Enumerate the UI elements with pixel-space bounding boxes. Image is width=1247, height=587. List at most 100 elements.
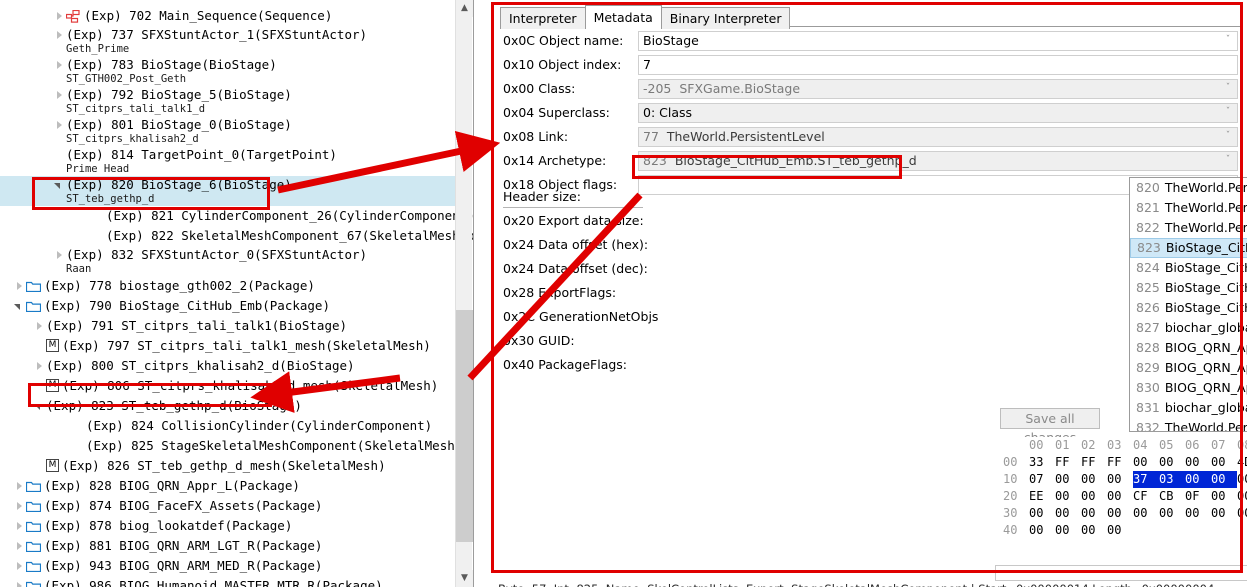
tree-item[interactable]: (Exp) 791 ST_citprs_tali_talk1(BioStage): [0, 316, 456, 336]
hex-byte[interactable]: 00: [1185, 505, 1211, 522]
hex-byte[interactable]: 00: [1159, 454, 1185, 471]
tree-item[interactable]: (Exp) 737 SFXStuntActor_1(SFXStuntActor)…: [0, 26, 456, 56]
dropdown-item[interactable]: 828 BIOG_QRN_Appr_L: [1130, 338, 1247, 358]
hex-byte[interactable]: 00: [1185, 471, 1211, 488]
hex-byte[interactable]: 00: [1211, 488, 1237, 505]
hex-byte[interactable]: 00: [1029, 505, 1055, 522]
archetype-dropdown-list[interactable]: 820TheWorld.PersistentLevel.BioStage_682…: [1129, 177, 1247, 432]
archetype-dropdown-items[interactable]: 820TheWorld.PersistentLevel.BioStage_682…: [1130, 178, 1247, 431]
scroll-up-icon[interactable]: ▲: [456, 0, 473, 17]
tree-item[interactable]: (Exp) 881 BIOG_QRN_ARM_LGT_R(Package): [0, 536, 456, 556]
tab-metadata[interactable]: Metadata: [584, 5, 662, 29]
expand-arrow-closed-icon[interactable]: [14, 561, 24, 571]
chevron-down-icon[interactable]: ˇ: [1223, 83, 1233, 93]
metadata-value-field[interactable]: BioStage ˇ: [638, 31, 1238, 51]
expand-arrow-closed-icon[interactable]: [34, 321, 44, 331]
tree-item[interactable]: (Exp) 800 ST_citprs_khalisah2_d(BioStage…: [0, 356, 456, 376]
tree-item[interactable]: (Exp) 822 SkeletalMeshComponent_67(Skele…: [0, 226, 473, 246]
tree-item[interactable]: (Exp) 828 BIOG_QRN_Appr_L(Package): [0, 476, 456, 496]
hex-byte[interactable]: 00: [1133, 454, 1159, 471]
expand-arrow-closed-icon[interactable]: [14, 281, 24, 291]
tree-item[interactable]: (Exp) 820 BioStage_6(BioStage) ST_teb_get…: [0, 176, 456, 206]
dropdown-item[interactable]: 827 biochar_global.Archetypes: [1130, 318, 1247, 338]
hex-byte[interactable]: 00: [1055, 505, 1081, 522]
tab-interpreter[interactable]: Interpreter: [500, 7, 586, 29]
dropdown-item[interactable]: 822 TheWorld.PersistentLevel.BioStage_6.S…: [1130, 218, 1247, 238]
dropdown-item[interactable]: 820 TheWorld.PersistentLevel.BioStage_6: [1130, 178, 1247, 198]
tree-item[interactable]: (Exp) 790 BioStage_CitHub_Emb(Package): [0, 296, 456, 316]
hex-byte[interactable]: EE: [1029, 488, 1055, 505]
hex-byte[interactable]: CB: [1159, 488, 1185, 505]
metadata-fields[interactable]: 0x0C Object name: BioStage ˇ 0x10 Object in…: [500, 30, 1242, 200]
expand-arrow-closed-icon[interactable]: [54, 11, 64, 21]
hex-row[interactable]: 3000000000000000000000000000000000......…: [995, 505, 1247, 522]
dropdown-item[interactable]: 826 BioStage_CitHub_Emb.ST_teb_gethp_d_me…: [1130, 298, 1247, 318]
expand-arrow-open-icon[interactable]: [34, 401, 44, 411]
hex-byte[interactable]: 00: [1133, 505, 1159, 522]
hex-row[interactable]: 20EE000000CFCB0F000000000000000000î...ÏË…: [995, 488, 1247, 505]
hex-byte[interactable]: 00: [1185, 454, 1211, 471]
expand-arrow-closed-icon[interactable]: [14, 501, 24, 511]
expand-arrow-closed-icon[interactable]: [14, 581, 24, 587]
hex-byte[interactable]: 00: [1211, 505, 1237, 522]
hex-byte[interactable]: 00: [1159, 505, 1185, 522]
tree-item[interactable]: (Exp) 801 BioStage_0(BioStage) ST_citprs_…: [0, 116, 456, 146]
expand-arrow-closed-icon[interactable]: [34, 361, 44, 371]
hex-byte[interactable]: 00: [1107, 522, 1133, 539]
tree-item[interactable]: M (Exp) 806 ST_citprs_khalisah2_d_mesh(Sk…: [0, 376, 456, 396]
hex-byte[interactable]: 00: [1055, 471, 1081, 488]
hex-viewer[interactable]: 000102030405060708090A0B0C0D0E0F0033FFFF…: [995, 437, 1247, 565]
hex-byte[interactable]: 00: [1107, 488, 1133, 505]
hex-byte[interactable]: 07: [1029, 471, 1055, 488]
chevron-down-icon[interactable]: ˇ: [1223, 155, 1233, 165]
hex-byte[interactable]: 00: [1237, 505, 1247, 522]
hex-byte[interactable]: 00: [1029, 522, 1055, 539]
tree-scrollbar-thumb[interactable]: [456, 310, 473, 542]
hex-byte[interactable]: 03: [1159, 471, 1185, 488]
package-tree-pane[interactable]: (Exp) 702 Main_Sequence(Sequence) (Exp) 7…: [0, 0, 474, 587]
metadata-value-field[interactable]: 77 TheWorld.PersistentLevel ˇ: [638, 127, 1238, 147]
tree-item[interactable]: (Exp) 986 BIOG_Humanoid_MASTER_MTR_R(Pac…: [0, 576, 456, 587]
expand-arrow-closed-icon[interactable]: [54, 30, 64, 40]
tree-item[interactable]: (Exp) 814 TargetPoint_0(TargetPoint) Prim…: [0, 146, 456, 176]
tree-scrollbar[interactable]: ▲ ▼: [455, 0, 473, 587]
expand-arrow-closed-icon[interactable]: [54, 250, 64, 260]
hex-byte[interactable]: CF: [1133, 488, 1159, 505]
expand-arrow-closed-icon[interactable]: [14, 481, 24, 491]
hex-byte[interactable]: 00: [1055, 522, 1081, 539]
chevron-down-icon[interactable]: ˇ: [1223, 131, 1233, 141]
dropdown-item[interactable]: 830 BIOG_QRN_Appr_L.QuarianFemale.Quarian…: [1130, 378, 1247, 398]
hex-byte[interactable]: FF: [1081, 454, 1107, 471]
tree-item[interactable]: (Exp) 824 CollisionCylinder(CylinderComp…: [0, 416, 456, 436]
metadata-value-field[interactable]: 0: Class ˇ: [638, 103, 1238, 123]
metadata-value-field[interactable]: 7: [638, 55, 1238, 75]
tree-item[interactable]: M (Exp) 826 ST_teb_gethp_d_mesh(SkeletalM…: [0, 456, 456, 476]
tree-item[interactable]: M (Exp) 797 ST_citprs_tali_talk1_mesh(Ske…: [0, 336, 456, 356]
package-tree-list[interactable]: (Exp) 702 Main_Sequence(Sequence) (Exp) 7…: [0, 6, 473, 587]
tree-item[interactable]: (Exp) 878 biog_lookatdef(Package): [0, 516, 456, 536]
save-all-changes-button[interactable]: Save all changes: [1000, 408, 1100, 445]
tree-item[interactable]: (Exp) 821 CylinderComponent_26(CylinderC…: [0, 206, 473, 226]
hex-byte[interactable]: 37: [1133, 471, 1159, 488]
dropdown-item[interactable]: 829 BIOG_QRN_Appr_L.QuarianFemale: [1130, 358, 1247, 378]
tree-item[interactable]: (Exp) 783 BioStage(BioStage) ST_GTH002_Po…: [0, 56, 456, 86]
scroll-down-icon[interactable]: ▼: [456, 570, 473, 587]
chevron-down-icon[interactable]: ˇ: [1223, 35, 1233, 45]
tree-item[interactable]: (Exp) 874 BIOG_FaceFX_Assets(Package): [0, 496, 456, 516]
tree-item[interactable]: (Exp) 702 Main_Sequence(Sequence): [0, 6, 456, 26]
expand-arrow-open-icon[interactable]: [14, 301, 24, 311]
hex-byte[interactable]: 00: [1107, 505, 1133, 522]
tab-binary-interpreter[interactable]: Binary Interpreter: [660, 7, 791, 29]
hex-byte[interactable]: 00: [1081, 505, 1107, 522]
tree-item[interactable]: (Exp) 792 BioStage_5(BioStage) ST_citprs_…: [0, 86, 456, 116]
expand-arrow-closed-icon[interactable]: [54, 120, 64, 130]
hex-byte[interactable]: FF: [1055, 454, 1081, 471]
tree-item[interactable]: (Exp) 778 biostage_gth002_2(Package): [0, 276, 456, 296]
expand-arrow-closed-icon[interactable]: [14, 541, 24, 551]
tree-item[interactable]: (Exp) 943 BIOG_QRN_ARM_MED_R(Package): [0, 556, 456, 576]
hex-row[interactable]: 1007000000370300000000000001000702.....7…: [995, 471, 1247, 488]
expand-arrow-closed-icon[interactable]: [54, 90, 64, 100]
hex-byte[interactable]: 00: [1081, 488, 1107, 505]
hex-byte[interactable]: 00: [1211, 471, 1237, 488]
dropdown-item[interactable]: 821 TheWorld.PersistentLevel.BioStage_6.C…: [1130, 198, 1247, 218]
